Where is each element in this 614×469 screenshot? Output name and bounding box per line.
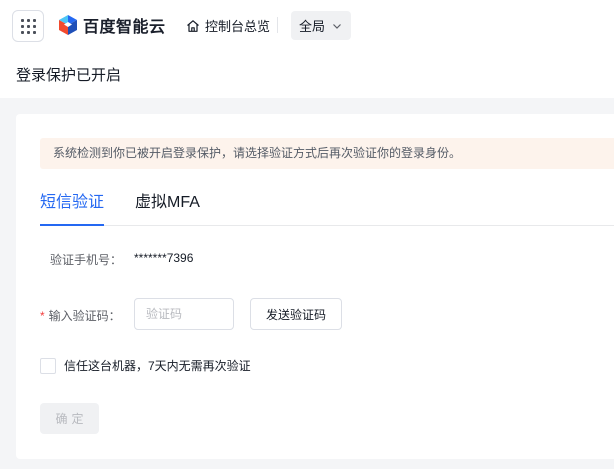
trust-device-label: 信任这台机器，7天内无需再次验证 <box>64 359 251 373</box>
scope-select-value: 全局 <box>299 19 326 34</box>
top-navigation-bar: 百度智能云 控制台总览 全局 <box>0 0 614 50</box>
verification-tabs: 短信验证 虚拟MFA <box>40 180 614 226</box>
code-label: 输入验证码： <box>48 309 121 323</box>
grid-menu-icon[interactable] <box>12 10 44 42</box>
brand-logo[interactable]: 百度智能云 <box>58 13 166 37</box>
protection-notice: 系统检测到你已被开启登录保护，请选择验证方式后再次验证你的登录身份。 <box>40 138 614 169</box>
phone-label: 验证手机号： <box>50 253 123 267</box>
required-mark: * <box>40 309 45 323</box>
confirm-button[interactable]: 确定 <box>40 403 99 434</box>
header-divider <box>277 17 278 33</box>
brand-name: 百度智能云 <box>83 19 166 36</box>
console-overview-label: 控制台总览 <box>205 19 271 34</box>
code-label-row: * 输入验证码： <box>40 307 121 324</box>
send-code-button[interactable]: 发送验证码 <box>250 298 342 330</box>
tab-sms-verification[interactable]: 短信验证 <box>40 188 104 212</box>
page-title: 登录保护已开启 <box>16 67 122 84</box>
home-icon <box>187 19 199 32</box>
trust-device-checkbox[interactable] <box>40 357 56 374</box>
phone-number-value: *******7396 <box>134 251 194 265</box>
active-tab-indicator <box>40 224 104 226</box>
trust-device-option[interactable]: 信任这台机器，7天内无需再次验证 <box>40 357 251 374</box>
baidu-cloud-logo-icon <box>59 15 77 35</box>
chevron-down-icon <box>333 23 341 29</box>
region-scope-select[interactable]: 全局 <box>291 11 351 40</box>
verification-code-input[interactable] <box>134 298 234 330</box>
verification-card: 系统检测到你已被开启登录保护，请选择验证方式后再次验证你的登录身份。 短信验证 … <box>16 114 614 459</box>
tab-virtual-mfa[interactable]: 虚拟MFA <box>135 188 200 212</box>
console-overview-link[interactable]: 控制台总览 <box>186 16 270 35</box>
page-header: 登录保护已开启 <box>0 50 614 98</box>
